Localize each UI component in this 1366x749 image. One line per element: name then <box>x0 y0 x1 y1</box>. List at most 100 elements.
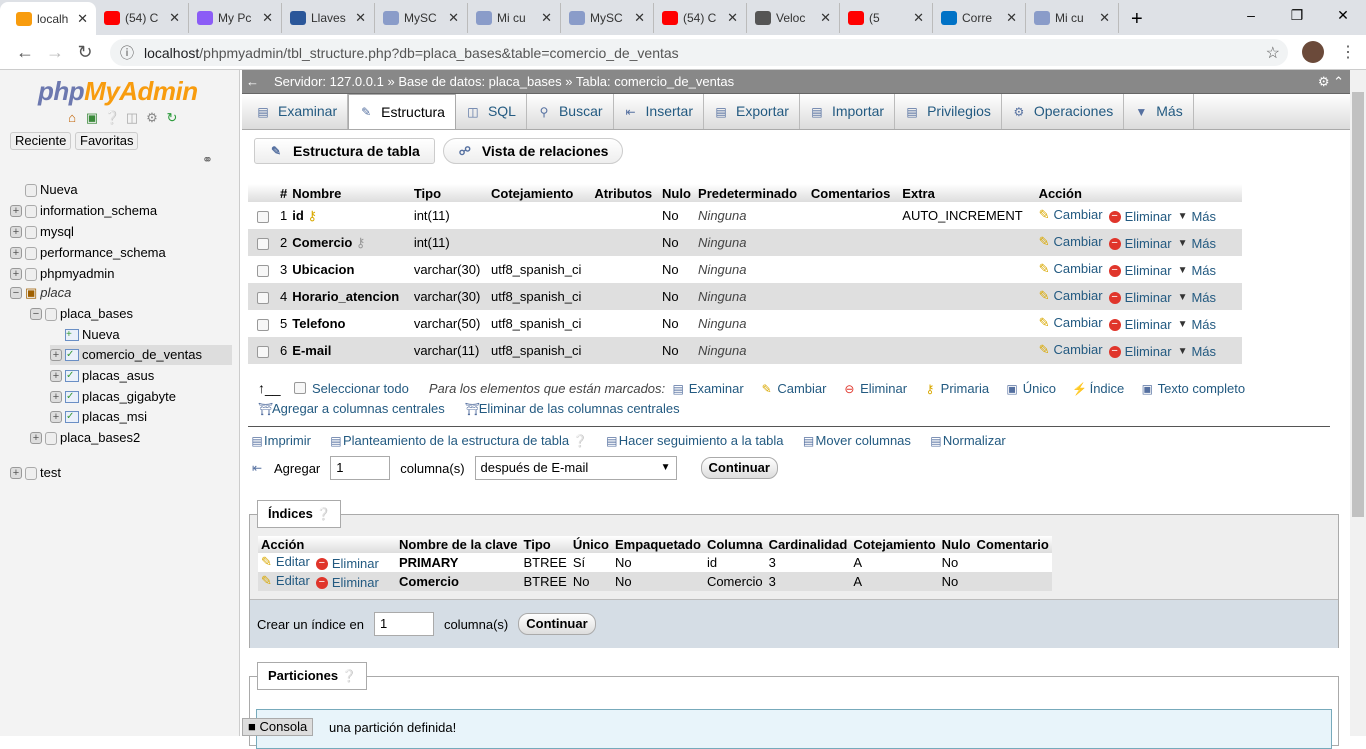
expand-icon[interactable]: + <box>50 370 62 382</box>
link-icon[interactable]: ⚭ <box>202 152 213 168</box>
drop-button[interactable]: − Eliminar <box>1108 344 1172 359</box>
row-checkbox[interactable] <box>257 210 269 223</box>
collapse-arrow-icon[interactable]: ← <box>246 70 259 94</box>
drop-index-button[interactable]: − Eliminar <box>315 575 379 590</box>
gear-icon[interactable]: ⚙ <box>144 110 160 126</box>
tool-link[interactable]: ▤Imprimir <box>250 433 311 448</box>
tab-operaciones[interactable]: ⚙ Operaciones <box>1002 94 1125 129</box>
browser-tab[interactable]: Llaves ✕ <box>282 3 375 33</box>
tree-item[interactable]: + ✓ placas_gigabyte <box>50 387 176 407</box>
add-column-continue-button[interactable]: Continuar <box>700 457 778 479</box>
close-tab-icon[interactable]: ✕ <box>1006 10 1017 26</box>
breadcrumb-db[interactable]: Base de datos: placa_bases <box>398 74 561 89</box>
remove-central-columns[interactable]: ⛩Eliminar de las columnas centrales <box>465 401 680 416</box>
drop-index-button[interactable]: − Eliminar <box>315 556 379 571</box>
change-button[interactable]: ✎ Cambiar <box>1039 234 1103 250</box>
select-all-label[interactable]: Seleccionar todo <box>312 381 409 396</box>
close-tab-icon[interactable]: ✕ <box>541 10 552 26</box>
info-icon[interactable]: ⓘ <box>120 43 134 63</box>
docs-icon[interactable]: ◫ <box>124 110 140 126</box>
close-tab-icon[interactable]: ✕ <box>262 10 273 26</box>
change-button[interactable]: ✎ Cambiar <box>1039 261 1103 277</box>
add-column-count-input[interactable]: 1 <box>330 456 391 480</box>
create-index-continue-button[interactable]: Continuar <box>518 613 596 635</box>
browser-tab[interactable]: Veloc ✕ <box>747 3 840 33</box>
expand-icon[interactable]: + <box>10 268 22 280</box>
tree-item[interactable]: − ▣ placa <box>10 283 71 303</box>
close-tab-icon[interactable]: ✕ <box>634 10 645 26</box>
browser-tab[interactable]: MySC ✕ <box>375 3 468 33</box>
back-icon[interactable]: ← <box>10 42 40 63</box>
more-button[interactable]: ▼ Más <box>1178 344 1216 359</box>
close-tab-icon[interactable]: ✕ <box>913 10 924 26</box>
expand-icon[interactable]: + <box>50 411 62 423</box>
tree-item[interactable]: + information_schema <box>10 201 157 221</box>
help-icon[interactable]: ❔ <box>342 669 357 683</box>
browser-tab[interactable]: (5 ✕ <box>840 3 933 33</box>
help-icon[interactable]: ❔ <box>316 507 331 521</box>
browser-tab[interactable]: My Pc ✕ <box>189 3 282 33</box>
console-button[interactable]: ■ Consola <box>242 718 314 736</box>
tab-más[interactable]: ▼ Más <box>1124 94 1194 129</box>
bookmark-star-icon[interactable]: ☆ <box>1266 43 1280 63</box>
breadcrumb-table[interactable]: Tabla: comercio_de_ventas <box>576 74 734 89</box>
collapse-icon[interactable]: − <box>30 308 42 320</box>
browser-tab[interactable]: Corre ✕ <box>933 3 1026 33</box>
expand-icon[interactable]: + <box>10 247 22 259</box>
change-button[interactable]: ✎ Cambiar <box>1039 288 1103 304</box>
recent-button[interactable]: Reciente <box>10 132 72 150</box>
tree-item[interactable]: + ✓ comercio_de_ventas <box>50 345 232 365</box>
close-tab-icon[interactable]: ✕ <box>1099 10 1110 26</box>
bulk-delete[interactable]: ⊖ Eliminar <box>842 381 907 396</box>
tree-item[interactable]: − placa_bases <box>30 304 133 324</box>
tree-item[interactable]: + ✓ placas_msi <box>50 407 147 427</box>
row-checkbox[interactable] <box>257 345 269 358</box>
row-checkbox[interactable] <box>257 264 269 277</box>
new-tab-button[interactable]: + <box>1119 5 1155 35</box>
logout-icon[interactable]: ▣ <box>84 110 100 126</box>
browser-tab[interactable]: (54) C ✕ <box>654 3 747 33</box>
more-button[interactable]: ▼ Más <box>1178 236 1216 251</box>
change-button[interactable]: ✎ Cambiar <box>1039 342 1103 358</box>
favorites-button[interactable]: Favoritas <box>75 132 139 150</box>
minimize-button[interactable]: – <box>1228 0 1274 30</box>
edit-index-button[interactable]: ✎ Editar <box>261 554 310 570</box>
tool-link[interactable]: ▤Hacer seguimiento a la tabla <box>605 433 783 448</box>
tab-privilegios[interactable]: ▤ Privilegios <box>895 94 1002 129</box>
expand-icon[interactable]: + <box>50 391 62 403</box>
tab-examinar[interactable]: ▤ Examinar <box>246 94 349 129</box>
close-window-button[interactable]: ✕ <box>1320 0 1366 30</box>
change-button[interactable]: ✎ Cambiar <box>1039 315 1103 331</box>
help-icon[interactable]: ❔ <box>104 110 120 126</box>
tab-exportar[interactable]: ▤ Exportar <box>704 94 800 129</box>
browser-tab[interactable]: Mi cu ✕ <box>1026 3 1119 33</box>
more-button[interactable]: ▼ Más <box>1178 263 1216 278</box>
subtab-relation-view[interactable]: ☍ Vista de relaciones <box>442 138 624 164</box>
expand-icon[interactable]: + <box>10 205 22 217</box>
phpmyadmin-logo[interactable]: phpMyAdmin <box>38 76 198 107</box>
forward-icon[interactable]: → <box>40 42 70 63</box>
tab-buscar[interactable]: ⚲ Buscar <box>527 94 614 129</box>
more-button[interactable]: ▼ Más <box>1178 209 1216 224</box>
bulk-browse[interactable]: ▤ Examinar <box>671 381 743 396</box>
tree-item[interactable]: + mysql <box>10 222 74 242</box>
collapse-icon[interactable]: ⌃ <box>1333 74 1344 89</box>
bulk-unique[interactable]: ▣ Único <box>1005 381 1056 396</box>
reload-icon[interactable]: ↻ <box>164 110 180 126</box>
change-button[interactable]: ✎ Cambiar <box>1039 207 1103 223</box>
tab-insertar[interactable]: ⇤ Insertar <box>614 94 705 129</box>
expand-icon[interactable]: + <box>30 432 42 444</box>
scrollbar[interactable] <box>1350 70 1366 736</box>
close-tab-icon[interactable]: ✕ <box>448 10 459 26</box>
bulk-fulltext[interactable]: ▣ Texto completo <box>1140 381 1246 396</box>
expand-icon[interactable]: + <box>10 467 22 479</box>
subtab-table-structure[interactable]: ✎ Estructura de tabla <box>254 138 435 164</box>
drop-button[interactable]: − Eliminar <box>1108 290 1172 305</box>
tree-item[interactable]: + phpmyadmin <box>10 264 114 284</box>
tab-sql[interactable]: ◫ SQL <box>456 94 527 129</box>
bulk-primary-key[interactable]: ⚷ Primaria <box>923 381 989 396</box>
create-index-count-input[interactable]: 1 <box>373 612 434 636</box>
drop-button[interactable]: − Eliminar <box>1108 236 1172 251</box>
breadcrumb-server[interactable]: Servidor: 127.0.0.1 <box>274 74 384 89</box>
collapse-icon[interactable]: − <box>10 287 22 299</box>
